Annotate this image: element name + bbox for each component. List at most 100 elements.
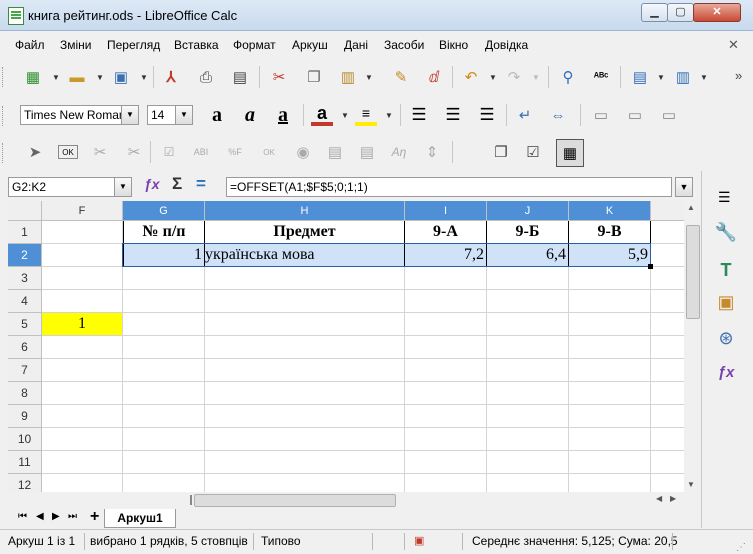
align-top-icon[interactable]: ▭ bbox=[590, 104, 612, 126]
find-replace-icon[interactable]: ⚲ bbox=[557, 66, 579, 88]
styles-icon[interactable]: T bbox=[713, 257, 739, 283]
option-button-icon[interactable]: ◉ bbox=[292, 141, 314, 163]
row-header-11[interactable]: 11 bbox=[8, 451, 42, 474]
highlight-color-icon[interactable]: ≡ bbox=[355, 104, 377, 126]
row-header-10[interactable]: 10 bbox=[8, 428, 42, 451]
row-header-2[interactable]: 2 bbox=[8, 244, 42, 267]
vertical-scrollbar[interactable]: ▲ ▼ bbox=[684, 201, 700, 492]
export-pdf-icon[interactable]: ⅄ bbox=[160, 66, 182, 88]
italic-icon[interactable]: a bbox=[239, 104, 261, 126]
checkbox-control-icon[interactable]: ☑ bbox=[158, 141, 180, 163]
vertical-scroll-thumb[interactable] bbox=[686, 225, 700, 319]
underline-icon[interactable]: a bbox=[272, 104, 294, 126]
control-properties-icon[interactable]: ✂ bbox=[123, 141, 145, 163]
row-header-8[interactable]: 8 bbox=[8, 382, 42, 405]
row-header-5[interactable]: 5 bbox=[8, 313, 42, 336]
row-header-4[interactable]: 4 bbox=[8, 290, 42, 313]
spin-button-icon[interactable]: ⇕ bbox=[421, 141, 443, 163]
redo-icon[interactable]: ↷ bbox=[503, 66, 525, 88]
undo-dropdown-icon[interactable]: ▼ bbox=[489, 73, 497, 82]
column-icon[interactable]: ▥ bbox=[672, 66, 694, 88]
chevron-down-icon[interactable]: ▼ bbox=[114, 178, 131, 196]
cell-g1[interactable]: № п/п bbox=[123, 221, 205, 244]
row-dropdown-icon[interactable]: ▼ bbox=[657, 73, 665, 82]
cell-h1[interactable]: Предмет bbox=[205, 221, 405, 244]
align-center-icon[interactable]: ☰ bbox=[442, 104, 464, 126]
font-color-dropdown-icon[interactable]: ▼ bbox=[341, 111, 349, 120]
column-header-g[interactable]: G bbox=[123, 201, 205, 221]
align-right-icon[interactable]: ☰ bbox=[476, 104, 498, 126]
scrollbar-splitter[interactable] bbox=[190, 495, 192, 505]
expand-formula-icon[interactable]: ▼ bbox=[675, 177, 693, 197]
close-document-icon[interactable]: ✕ bbox=[728, 37, 739, 53]
function-icon[interactable]: = bbox=[196, 174, 206, 194]
scroll-right-icon[interactable]: ▶ bbox=[670, 494, 676, 503]
chevron-down-icon[interactable]: ▼ bbox=[175, 106, 192, 124]
design-toggle-icon[interactable]: ▦ bbox=[556, 139, 584, 167]
maximize-button[interactable]: ▢ bbox=[667, 3, 694, 22]
new-dropdown-icon[interactable]: ▼ bbox=[52, 73, 60, 82]
page-style[interactable]: Типово bbox=[261, 534, 301, 548]
button-control-icon[interactable]: OK bbox=[258, 141, 280, 163]
combo-box-icon[interactable]: ▤ bbox=[356, 141, 378, 163]
row-header-6[interactable]: 6 bbox=[8, 336, 42, 359]
cell-i2[interactable]: 7,2 bbox=[405, 244, 487, 267]
print-icon[interactable]: ⎙ bbox=[195, 66, 217, 88]
tab-order-icon[interactable]: ❐ bbox=[490, 141, 512, 163]
minimize-button[interactable]: ▁ bbox=[641, 3, 668, 22]
cell-f5[interactable]: 1 bbox=[42, 313, 123, 336]
push-button-icon[interactable]: OK bbox=[58, 145, 78, 159]
list-box-icon[interactable]: ▤ bbox=[324, 141, 346, 163]
save-dropdown-icon[interactable]: ▼ bbox=[140, 73, 148, 82]
print-preview-icon[interactable]: ▤ bbox=[229, 66, 251, 88]
cell-k1[interactable]: 9-В bbox=[569, 221, 651, 244]
formula-input[interactable]: =OFFSET(A1;$F$5;0;1;1) bbox=[226, 177, 672, 197]
save-icon[interactable]: ▣ bbox=[110, 66, 132, 88]
menu-data[interactable]: Дані bbox=[344, 38, 368, 52]
menu-sheet[interactable]: Аркуш bbox=[292, 38, 328, 52]
column-header-i[interactable]: I bbox=[405, 201, 487, 221]
horizontal-scrollbar[interactable]: ◀ ▶ bbox=[190, 492, 684, 508]
select-pointer-icon[interactable]: ➤ bbox=[24, 141, 46, 163]
row-header-1[interactable]: 1 bbox=[8, 221, 42, 244]
new-document-icon[interactable]: ▦ bbox=[22, 66, 44, 88]
menu-view[interactable]: Перегляд bbox=[107, 38, 160, 52]
navigator-icon[interactable]: ⊛ bbox=[713, 325, 739, 351]
copy-icon[interactable]: ❐ bbox=[303, 66, 325, 88]
wrap-text-icon[interactable]: ↵ bbox=[514, 104, 536, 126]
row-header-9[interactable]: 9 bbox=[8, 405, 42, 428]
scroll-down-icon[interactable]: ▼ bbox=[687, 480, 695, 489]
functions-icon[interactable]: ƒx bbox=[713, 359, 739, 385]
clone-formatting-icon[interactable]: ✎ bbox=[390, 66, 412, 88]
align-left-icon[interactable]: ☰ bbox=[408, 104, 430, 126]
font-color-icon[interactable]: a bbox=[311, 103, 333, 126]
sheet-indicator[interactable]: Аркуш 1 із 1 bbox=[8, 534, 75, 548]
horizontal-scroll-thumb[interactable] bbox=[194, 494, 396, 507]
select-all-corner[interactable] bbox=[8, 201, 42, 221]
formatted-field-icon[interactable]: %F bbox=[224, 141, 246, 163]
menu-tools[interactable]: Засоби bbox=[384, 38, 424, 52]
clear-formatting-icon[interactable]: ⅆ bbox=[423, 66, 445, 88]
function-wizard-icon[interactable]: ƒx bbox=[144, 176, 160, 192]
column-header-j[interactable]: J bbox=[487, 201, 569, 221]
properties-icon[interactable]: 🔧 bbox=[713, 219, 739, 245]
row-header-12[interactable]: 12 bbox=[8, 474, 42, 492]
bold-icon[interactable]: a bbox=[206, 104, 228, 126]
text-box-icon[interactable]: Aη bbox=[388, 141, 410, 163]
row-header-3[interactable]: 3 bbox=[8, 267, 42, 290]
first-sheet-icon[interactable]: ⏮ bbox=[18, 511, 27, 522]
form-design-icon[interactable]: ☑ bbox=[522, 141, 544, 163]
toolbar-overflow-icon[interactable]: » bbox=[735, 68, 742, 83]
column-header-l[interactable] bbox=[651, 201, 684, 221]
paste-dropdown-icon[interactable]: ▼ bbox=[365, 73, 373, 82]
sidebar-menu-icon[interactable]: ☰ bbox=[718, 189, 731, 206]
sum-icon[interactable]: Σ bbox=[172, 174, 182, 194]
column-header-k[interactable]: K bbox=[569, 201, 651, 221]
column-header-h[interactable]: H bbox=[205, 201, 405, 221]
row-header-7[interactable]: 7 bbox=[8, 359, 42, 382]
undo-icon[interactable]: ↶ bbox=[460, 66, 482, 88]
cell-k2[interactable]: 5,9 bbox=[569, 244, 651, 267]
highlight-dropdown-icon[interactable]: ▼ bbox=[385, 111, 393, 120]
redo-dropdown-icon[interactable]: ▼ bbox=[532, 73, 540, 82]
open-dropdown-icon[interactable]: ▼ bbox=[96, 73, 104, 82]
